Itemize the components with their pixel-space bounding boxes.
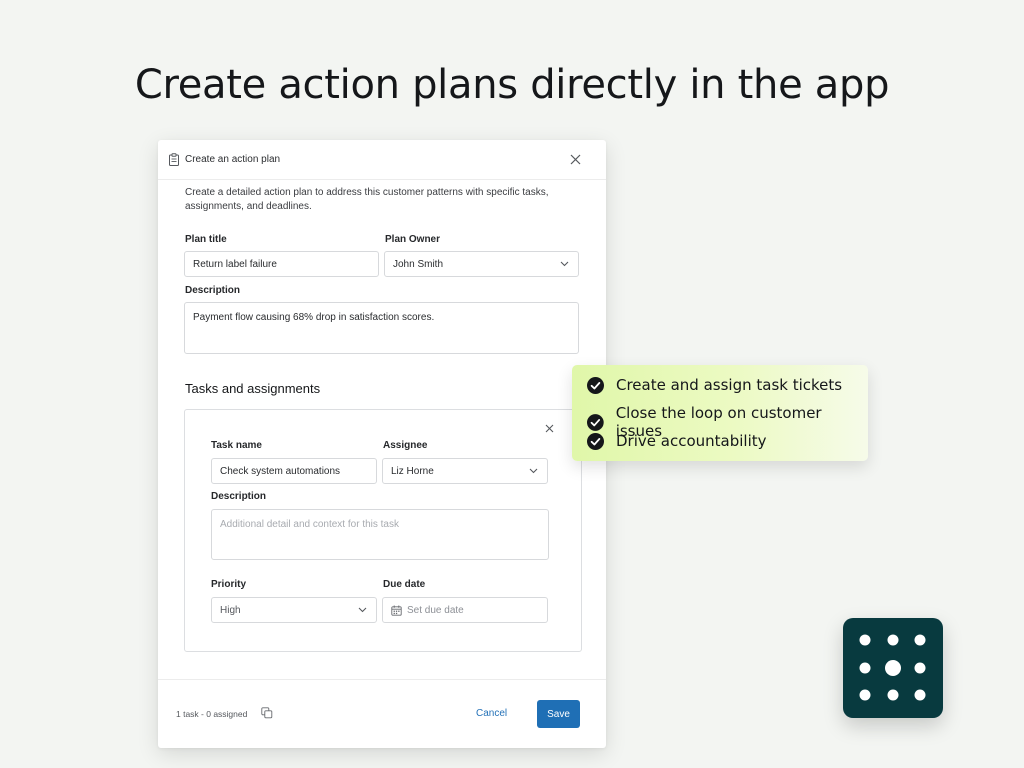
task-name-input[interactable]: Check system automations <box>211 458 377 484</box>
due-date-label: Due date <box>383 579 426 590</box>
callout-item-text: Create and assign task tickets <box>616 376 843 394</box>
modal-header: Create an action plan <box>158 140 606 180</box>
task-card: Task name Check system automations Assig… <box>184 409 582 652</box>
feature-callout: Create and assign task tickets Close the… <box>572 365 868 461</box>
modal-title: Create an action plan <box>185 154 281 165</box>
chevron-down-icon <box>358 607 367 613</box>
plan-title-label: Plan title <box>185 234 227 245</box>
clipboard-icon <box>169 153 179 166</box>
tasks-section-title: Tasks and assignments <box>185 381 321 396</box>
callout-item: Create and assign task tickets <box>587 376 842 394</box>
page-headline: Create action plans directly in the app <box>134 62 890 108</box>
callout-item: Drive accountability <box>587 432 767 450</box>
plan-owner-select[interactable]: John Smith <box>384 251 579 277</box>
priority-label: Priority <box>211 579 247 590</box>
action-plan-modal: Create an action plan Create a detailed … <box>158 140 606 748</box>
task-description-textarea[interactable]: Additional detail and context for this t… <box>211 509 549 560</box>
due-date-input[interactable]: Set due date <box>382 597 548 623</box>
description-textarea[interactable]: Payment flow causing 68% drop in satisfa… <box>184 302 579 354</box>
callout-item-text: Drive accountability <box>616 432 767 450</box>
task-name-label: Task name <box>211 440 262 451</box>
cancel-button[interactable]: Cancel <box>476 708 507 719</box>
due-date-placeholder: Set due date <box>407 604 464 616</box>
remove-task-icon[interactable] <box>545 424 554 433</box>
plan-owner-value: John Smith <box>393 258 444 270</box>
chevron-down-icon <box>529 468 538 474</box>
chevron-down-icon <box>560 261 569 267</box>
priority-value: High <box>220 604 241 616</box>
check-circle-icon <box>587 376 604 394</box>
plan-title-input[interactable]: Return label failure <box>184 251 379 277</box>
priority-select[interactable]: High <box>211 597 377 623</box>
modal-intro-text: Create a detailed action plan to address… <box>185 187 549 212</box>
save-button[interactable]: Save <box>537 700 580 728</box>
task-count-status: 1 task - 0 assigned <box>176 709 248 719</box>
assignee-value: Liz Horne <box>391 465 434 477</box>
check-circle-icon <box>587 432 604 450</box>
calendar-icon <box>391 605 402 616</box>
description-label: Description <box>185 285 241 296</box>
task-description-label: Description <box>211 491 267 502</box>
assignee-label: Assignee <box>383 440 428 451</box>
plan-owner-label: Plan Owner <box>385 234 441 245</box>
dot-grid-logo-icon <box>859 634 926 701</box>
modal-footer: 1 task - 0 assigned Cancel Save <box>158 679 606 748</box>
assignee-select[interactable]: Liz Horne <box>382 458 548 484</box>
check-circle-icon <box>587 413 604 431</box>
close-icon[interactable] <box>570 154 581 165</box>
app-logo-tile <box>843 618 943 718</box>
copy-icon[interactable] <box>261 707 273 719</box>
